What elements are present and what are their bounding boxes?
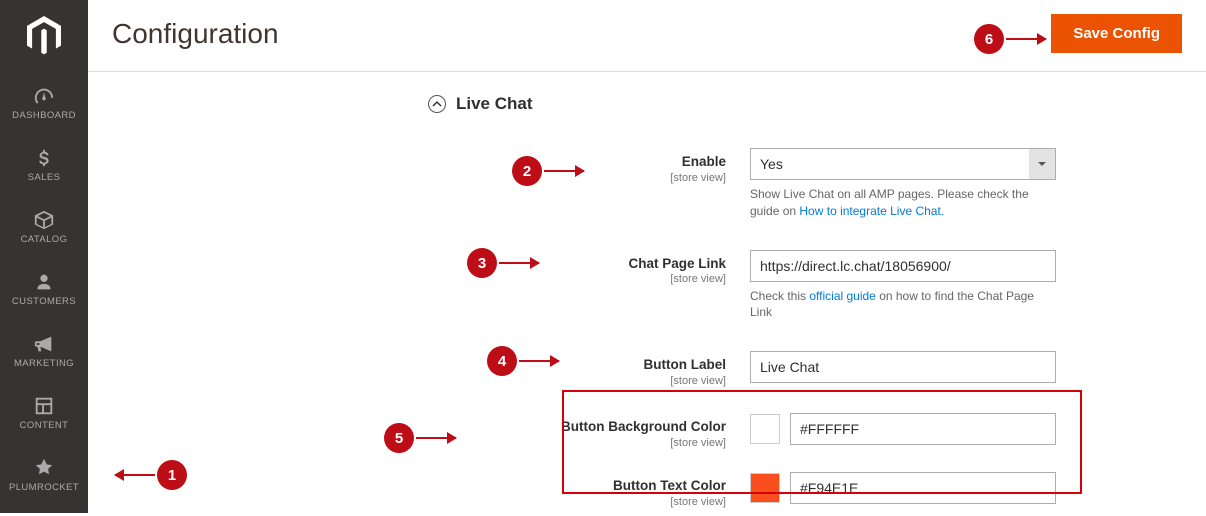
field-hint: Show Live Chat on all AMP pages. Please … [750,186,1056,220]
field-scope: [store view] [88,437,726,451]
collapse-icon[interactable] [428,95,446,113]
sidebar-logo[interactable] [0,0,88,72]
sidebar-item-dashboard[interactable]: DASHBOARD [0,72,88,134]
text-color-input[interactable] [790,472,1056,504]
field-chat-page-link: Chat Page Link [store view] Check this o… [88,244,1206,328]
megaphone-icon [33,333,55,355]
main-content: Configuration Save Config Live Chat Enab… [88,0,1206,516]
bg-color-swatch[interactable] [750,414,780,444]
section-header[interactable]: Live Chat [88,94,1206,114]
field-button-label: Button Label [store view] [88,345,1206,395]
field-scope: [store view] [88,273,726,287]
sidebar-item-customers[interactable]: CUSTOMERS [0,258,88,320]
gauge-icon [33,85,55,107]
magento-logo-icon [27,16,61,56]
admin-sidebar: DASHBOARD SALES CATALOG CUSTOMERS MARKET… [0,0,88,513]
integrate-link[interactable]: How to integrate Live Chat. [799,204,944,218]
sidebar-item-label: PLUMROCKET [9,483,79,493]
field-hint: Check this official guide on how to find… [750,288,1056,322]
field-label: Button Label [88,357,726,374]
chat-page-link-input[interactable] [750,250,1056,282]
page-title: Configuration [112,18,279,50]
save-config-button[interactable]: Save Config [1051,14,1182,53]
dollar-icon [33,147,55,169]
plumrocket-icon [33,457,55,479]
sidebar-item-label: MARKETING [14,359,74,369]
field-label: Button Background Color [88,419,726,436]
sidebar-item-label: SALES [28,173,61,183]
sidebar-item-content[interactable]: CONTENT [0,382,88,444]
field-scope: [store view] [88,172,726,186]
section-title: Live Chat [456,94,533,114]
box-icon [33,209,55,231]
bg-color-input[interactable] [790,413,1056,445]
sidebar-item-label: CONTENT [20,421,69,431]
sidebar-item-catalog[interactable]: CATALOG [0,196,88,258]
field-label: Button Text Color [88,478,726,495]
field-button-bg-color: Button Background Color [store view] [88,407,1206,457]
live-chat-section: Live Chat Enable [store view] Yes [88,72,1206,516]
dropdown-button[interactable] [1029,148,1056,180]
layout-icon [33,395,55,417]
field-label: Chat Page Link [88,256,726,273]
config-form: Enable [store view] Yes Show Live Chat o… [88,142,1206,516]
field-scope: [store view] [88,375,726,389]
field-button-text-color: Button Text Color [store view] [88,466,1206,516]
sidebar-item-marketing[interactable]: MARKETING [0,320,88,382]
page-header: Configuration Save Config [88,0,1206,72]
sidebar-item-label: CATALOG [21,235,68,245]
field-enable: Enable [store view] Yes Show Live Chat o… [88,142,1206,226]
sidebar-item-plumrocket[interactable]: PLUMROCKET [0,444,88,506]
text-color-swatch[interactable] [750,473,780,503]
person-icon [33,271,55,293]
field-scope: [store view] [88,496,726,510]
sidebar-item-sales[interactable]: SALES [0,134,88,196]
enable-select[interactable]: Yes [750,148,1029,180]
official-guide-link[interactable]: official guide [809,289,876,303]
button-label-input[interactable] [750,351,1056,383]
sidebar-item-label: CUSTOMERS [12,297,76,307]
field-label: Enable [88,154,726,171]
sidebar-item-label: DASHBOARD [12,111,76,121]
